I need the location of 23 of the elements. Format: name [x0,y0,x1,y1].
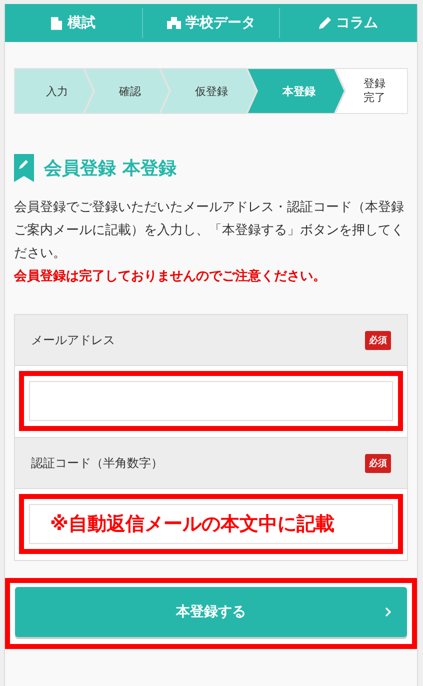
progress-step: 仮登録 [161,69,256,113]
building-icon [166,17,180,29]
required-badge: 必須 [365,330,391,350]
chevron-right-icon [385,607,391,617]
intro-text: 会員登録でご登録いただいたメールアドレス・認証コード（本登録ご案内メールに記載）を入力し、「本登録する」ボタンを押してください。 [14,199,405,263]
input-field[interactable]: ※自動返信メールの本文中に記載 [29,504,393,544]
field-label: メールアドレス [31,332,115,348]
progress-step: 確認 [85,69,169,113]
document-icon [51,16,62,30]
bookmark-pencil-icon [14,154,34,182]
nav-link[interactable]: 模試 [5,8,142,38]
nav-link[interactable]: 学校データ [142,8,280,38]
field-label: 認証コード（半角数字） [31,454,163,472]
required-badge: 必須 [365,454,391,472]
warning-text: 会員登録は完了しておりませんのでご注意ください。 [14,268,327,286]
pencil-icon [319,17,332,29]
register-button[interactable]: 本登録する [15,587,407,637]
annotation-text: ※自動返信メールの本文中に記載 [50,512,334,537]
progress-step: 登録完了 [336,69,407,113]
page-title: 会員登録 本登録 [44,157,176,180]
input-field[interactable] [29,381,393,421]
nav-link[interactable]: コラム [279,8,418,38]
progress-step: 本登録 [248,69,344,113]
